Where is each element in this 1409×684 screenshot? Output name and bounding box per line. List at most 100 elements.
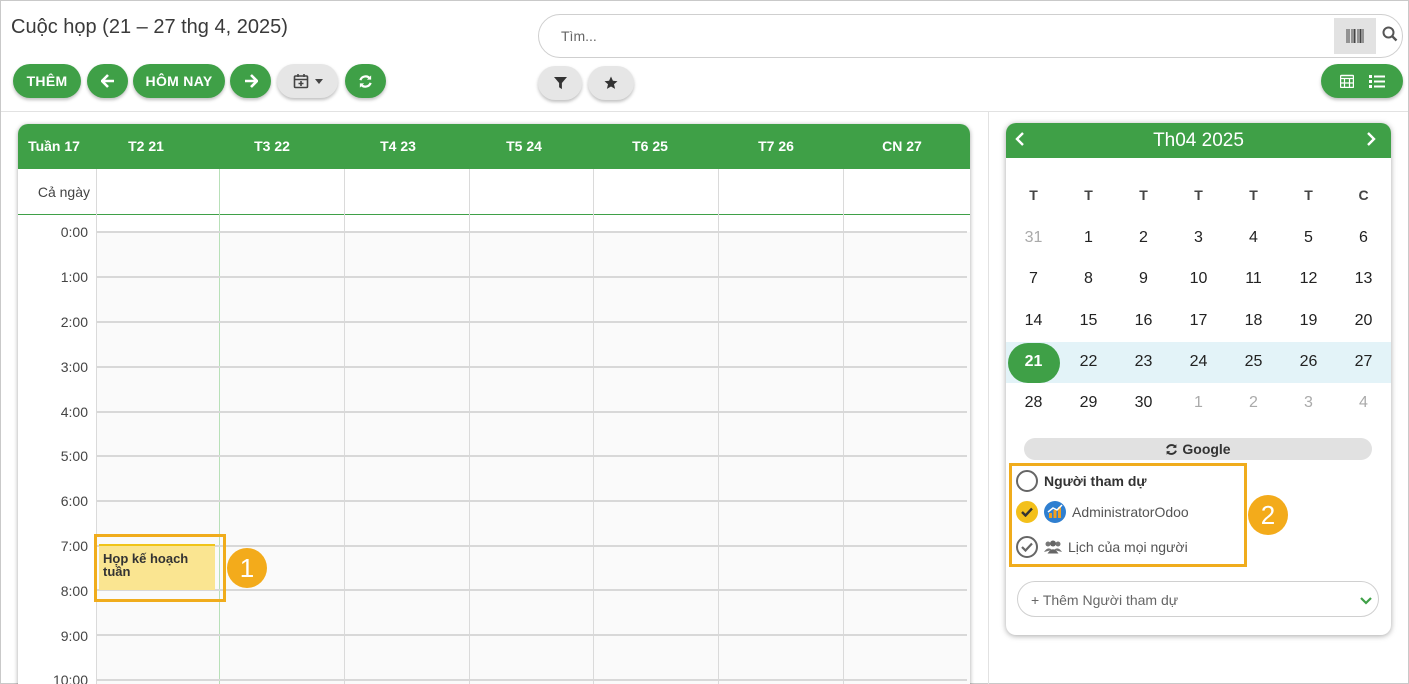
all-day-row[interactable]: Cả ngày [18,169,970,215]
day-cell[interactable]: 30 [1116,394,1171,412]
day-cell[interactable]: 7 [1006,270,1061,288]
sidebar-divider [988,112,989,684]
chevron-down-icon[interactable] [1360,597,1372,605]
search-input[interactable]: Tìm... [561,28,597,44]
weekday-label: T [1194,187,1203,203]
day-cell[interactable]: 22 [1061,353,1116,371]
day-cell[interactable]: 24 [1171,353,1226,371]
arrow-left-icon [100,74,114,88]
chevron-right-icon[interactable] [1366,132,1376,146]
hour-line [97,679,967,681]
day-header[interactable]: T2 21 [96,138,196,154]
day-cell[interactable]: 19 [1281,312,1336,330]
today-button[interactable]: HÔM NAY [133,64,225,98]
day-cell[interactable]: 20 [1336,312,1391,330]
day-cell[interactable]: 1 [1171,394,1226,412]
filter-icon [553,76,567,89]
day-cell[interactable]: 6 [1336,229,1391,247]
page-title: Cuộc họp (21 – 27 thg 4, 2025) [11,16,288,38]
hour-label: 4:00 [60,404,88,420]
hour-line [97,276,967,278]
next-button[interactable] [230,64,271,98]
hour-line [97,321,967,323]
day-cell[interactable]: 2 [1226,394,1281,412]
day-cell[interactable]: 3 [1281,394,1336,412]
add-attendee-placeholder: + Thêm Người tham dự [1031,592,1179,608]
callout-badge: 2 [1248,495,1288,535]
day-cell[interactable]: 4 [1336,394,1391,412]
day-cell[interactable]: 3 [1171,229,1226,247]
view-switcher[interactable] [1321,64,1403,98]
day-cell[interactable]: 5 [1281,229,1336,247]
star-icon [604,76,618,89]
hour-line [97,411,967,413]
day-cell[interactable]: 28 [1006,394,1061,412]
grid-line [843,169,844,684]
barcode-icon[interactable] [1334,18,1376,54]
day-cell[interactable]: 14 [1006,312,1061,330]
day-header[interactable]: CN 27 [852,138,952,154]
calendar-header: Tuần 17 T2 21 T3 22 T4 23 T5 24 T6 25 T7… [18,124,970,169]
callout-badge: 1 [227,548,267,588]
hour-label: 9:00 [60,628,88,644]
weekday-label: T [1249,187,1258,203]
hour-line [97,545,967,547]
day-header[interactable]: T7 26 [726,138,826,154]
day-cell[interactable]: 26 [1281,353,1336,371]
grid-line [469,169,470,684]
day-cell[interactable]: 29 [1061,394,1116,412]
list-view-icon[interactable] [1368,74,1385,88]
mini-calendar-title: Th04 2025 [1153,130,1244,151]
day-header[interactable]: T6 25 [600,138,700,154]
highlight-box [94,534,226,602]
day-cell[interactable]: 12 [1281,270,1336,288]
day-cell[interactable]: 27 [1336,353,1391,371]
caret-down-icon [314,78,323,84]
day-cell[interactable]: 1 [1061,229,1116,247]
hour-line [97,634,967,636]
hour-line [97,589,967,591]
day-cell[interactable]: 9 [1116,270,1171,288]
hour-label: 0:00 [60,224,88,240]
day-cell[interactable]: 31 [1006,229,1061,247]
day-cell[interactable]: 17 [1171,312,1226,330]
day-cell[interactable]: 11 [1226,270,1281,288]
day-cell[interactable]: 4 [1226,229,1281,247]
hour-line [97,455,967,457]
day-cell[interactable]: 18 [1226,312,1281,330]
arrow-right-icon [244,74,258,88]
day-cell[interactable]: 8 [1061,270,1116,288]
add-attendee-field[interactable]: + Thêm Người tham dự [1017,581,1379,617]
grid-line [344,169,345,684]
hour-label: 7:00 [60,538,88,554]
refresh-button[interactable] [345,64,386,98]
previous-button[interactable] [87,64,128,98]
day-cell[interactable]: 15 [1061,312,1116,330]
day-cell[interactable]: 13 [1336,270,1391,288]
hour-label: 3:00 [60,359,88,375]
calendar-view-icon[interactable] [1339,74,1354,88]
hour-line [97,366,967,368]
google-sync-button[interactable]: Google [1024,438,1372,460]
favorites-button[interactable] [588,66,634,100]
refresh-icon [1166,443,1178,455]
weekday-label: T [1029,187,1038,203]
search-bar[interactable]: Tìm... [538,14,1403,58]
grid-line [219,169,220,684]
day-cell-today[interactable]: 21 [1006,353,1061,371]
day-header[interactable]: T3 22 [222,138,322,154]
scale-dropdown-button[interactable] [277,64,338,98]
search-icon[interactable] [1382,26,1398,42]
filter-button[interactable] [538,66,582,100]
time-grid[interactable] [97,232,970,684]
calendar-plus-icon [293,74,308,89]
day-header[interactable]: T4 23 [348,138,448,154]
day-header[interactable]: T5 24 [474,138,574,154]
day-cell[interactable]: 2 [1116,229,1171,247]
day-cell[interactable]: 23 [1116,353,1171,371]
day-cell[interactable]: 10 [1171,270,1226,288]
hour-label: 10:00 [52,672,88,684]
day-cell[interactable]: 25 [1226,353,1281,371]
day-cell[interactable]: 16 [1116,312,1171,330]
add-button[interactable]: THÊM [13,64,81,98]
